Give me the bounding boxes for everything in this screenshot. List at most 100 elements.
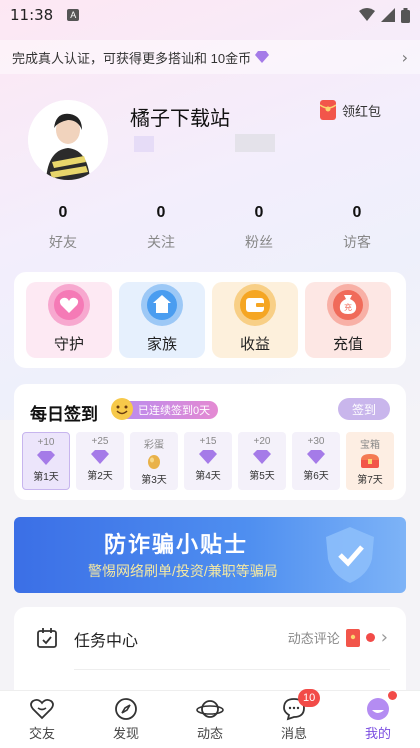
nav-me[interactable]: 我的 — [336, 691, 420, 748]
feature-label: 家族 — [146, 336, 177, 353]
home-icon — [141, 284, 183, 326]
stat-fans[interactable]: 0 粉丝 — [210, 204, 308, 252]
red-packet-label: 领红包 — [342, 103, 382, 119]
nav-label: 我的 — [364, 726, 391, 741]
level-tag — [134, 136, 154, 152]
feature-guard[interactable]: 守护 — [26, 282, 112, 358]
nav-friends[interactable]: 交友 — [0, 691, 84, 748]
checkin-day[interactable]: +30 第6天 — [292, 432, 340, 490]
profile-stats: 0 好友 0 关注 0 粉丝 0 访客 — [0, 204, 420, 252]
status-bar: 11:38 A — [0, 0, 420, 30]
nav-label: 发现 — [112, 726, 139, 741]
nav-discover[interactable]: 发现 — [84, 691, 168, 748]
diamond-icon — [91, 450, 109, 464]
day-label: 第6天 — [303, 471, 329, 482]
stat-value: 0 — [254, 204, 264, 221]
feature-grid: 守护 家族 收益 充 充值 — [14, 272, 406, 368]
planet-icon — [196, 700, 224, 718]
checkin-button[interactable]: 签到 — [338, 398, 390, 420]
stat-value: 0 — [156, 204, 166, 221]
checkin-day[interactable]: +10 第1天 — [22, 432, 70, 490]
svg-text:充: 充 — [344, 302, 352, 312]
bottom-navigation: 交友 发现 动态 10 消息 我的 — [0, 689, 420, 748]
egg-icon — [148, 455, 160, 469]
stat-label: 访客 — [343, 234, 371, 250]
signal-icon — [381, 8, 395, 22]
smile-emoji-icon — [111, 398, 133, 420]
checkin-day[interactable]: +15 第4天 — [184, 432, 232, 490]
calendar-check-icon — [37, 628, 57, 648]
day-label: 第5天 — [249, 471, 275, 482]
me-icon — [367, 698, 389, 720]
battery-icon — [401, 7, 410, 23]
day-label: 第7天 — [357, 475, 383, 486]
fraud-title: 防诈骗小贴士 — [104, 532, 249, 557]
checkin-day[interactable]: +25 第2天 — [76, 432, 124, 490]
day-reward: +10 — [37, 437, 55, 448]
stat-value: 0 — [58, 204, 68, 221]
shield-icon — [326, 527, 374, 583]
day-reward: 宝箱 — [360, 440, 380, 451]
notification-a-icon: A — [67, 9, 80, 21]
feature-label: 充值 — [332, 336, 363, 353]
streak-badge: 已连续签到0天 — [111, 398, 219, 420]
day-reward: 彩蛋 — [144, 440, 164, 451]
treasure-chest-icon — [361, 454, 379, 468]
checkin-days: +10 第1天 +25 第2天 彩蛋 第3天 +15 第4天 +20 第5天 +… — [22, 432, 394, 490]
checkin-day[interactable]: 彩蛋 第3天 — [130, 432, 178, 490]
task-sub-label: 动态评论 — [287, 631, 340, 646]
feature-label: 守护 — [53, 336, 84, 353]
day-reward: +25 — [91, 436, 109, 447]
divider — [74, 669, 390, 670]
feature-family[interactable]: 家族 — [119, 282, 205, 358]
feature-earnings[interactable]: 收益 — [212, 282, 298, 358]
status-time: 11:38 — [10, 6, 54, 24]
checkin-title: 每日签到 — [30, 405, 98, 424]
chevron-right-icon: › — [380, 627, 388, 648]
stat-following[interactable]: 0 关注 — [112, 204, 210, 252]
heart-outline-icon — [30, 698, 54, 720]
nav-moments[interactable]: 动态 — [168, 691, 252, 748]
diamond-icon — [199, 450, 217, 464]
checkin-day[interactable]: +20 第5天 — [238, 432, 286, 490]
unread-badge: 10 — [298, 689, 321, 707]
day-reward: +15 — [199, 436, 217, 447]
fraud-subtitle: 警惕网络刷单/投资/兼职等骗局 — [88, 563, 278, 579]
red-packet-icon — [320, 100, 336, 120]
red-packet-icon — [345, 628, 360, 647]
nav-label: 动态 — [196, 726, 223, 741]
nav-label: 消息 — [280, 726, 307, 741]
task-center-label: 任务中心 — [74, 633, 139, 650]
stat-friends[interactable]: 0 好友 — [14, 204, 112, 252]
money-bag-icon: 充 — [327, 284, 369, 326]
notification-dot — [388, 691, 397, 700]
stat-label: 好友 — [49, 234, 77, 250]
stat-label: 关注 — [147, 234, 175, 250]
wifi-icon — [359, 8, 375, 21]
stat-value: 0 — [352, 204, 362, 221]
day-label: 第3天 — [141, 475, 167, 486]
anti-fraud-banner[interactable]: 防诈骗小贴士 警惕网络刷单/投资/兼职等骗局 — [14, 517, 406, 593]
day-label: 第1天 — [33, 472, 59, 483]
daily-checkin-card: 每日签到 已连续签到0天 签到 +10 第1天 +25 第2天 彩蛋 第3天 +… — [14, 384, 406, 500]
compass-icon — [115, 698, 137, 720]
nav-label: 交友 — [28, 726, 55, 741]
day-label: 第2天 — [87, 471, 113, 482]
username: 橘子下载站 — [130, 108, 230, 130]
checkin-day[interactable]: 宝箱 第7天 — [346, 432, 394, 490]
feature-recharge[interactable]: 充 充值 — [305, 282, 391, 358]
verification-banner[interactable]: 完成真人认证，可获得更多搭讪和 10金币 › — [0, 40, 420, 74]
notification-dot — [365, 633, 375, 642]
diamond-icon — [307, 450, 325, 464]
stat-visitors[interactable]: 0 访客 — [308, 204, 406, 252]
wallet-icon — [234, 284, 276, 326]
red-packet-button[interactable]: 领红包 — [320, 100, 381, 120]
avatar[interactable] — [28, 100, 108, 180]
day-reward: +30 — [307, 436, 325, 447]
nav-messages[interactable]: 10 消息 — [252, 689, 336, 748]
heart-icon — [48, 284, 90, 326]
streak-text: 已连续签到0天 — [138, 405, 211, 417]
diamond-icon — [37, 451, 55, 465]
stat-label: 粉丝 — [245, 234, 273, 250]
day-label: 第4天 — [195, 471, 221, 482]
